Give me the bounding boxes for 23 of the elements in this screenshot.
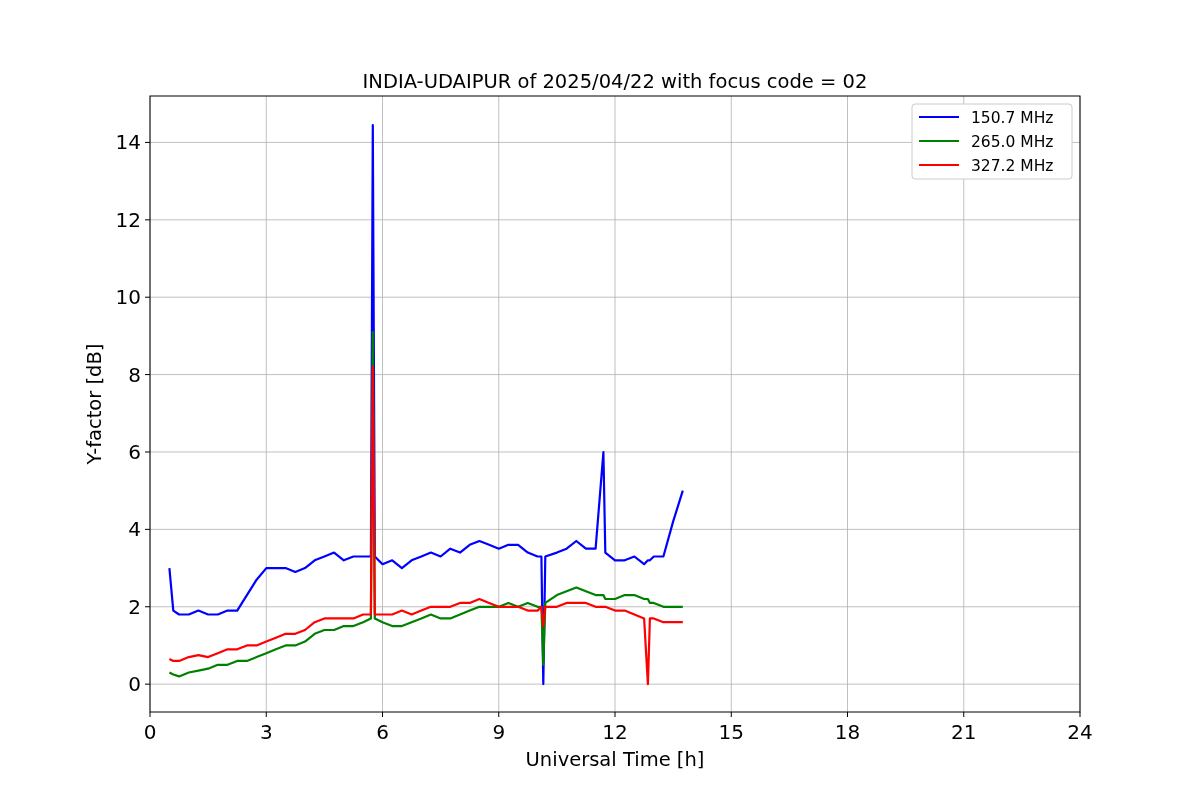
tick-label: 24 xyxy=(1067,720,1093,744)
legend-label: 327.2 MHz xyxy=(971,156,1054,175)
tick-label: 4 xyxy=(128,517,141,542)
tick-label: 18 xyxy=(834,720,861,744)
tick-label: 15 xyxy=(718,720,744,744)
tick-label: 9 xyxy=(492,720,506,744)
chart-title: INDIA-UDAIPUR of 2025/04/22 with focus code = 02 xyxy=(362,70,868,93)
y-axis-label: Y-factor [dB] xyxy=(83,343,106,465)
tick-label: 3 xyxy=(259,720,273,744)
tick-label: 14 xyxy=(115,130,141,155)
tick-label: 12 xyxy=(115,207,141,232)
tick-label: 6 xyxy=(128,440,141,464)
legend-label: 265.0 MHz xyxy=(971,132,1054,151)
tick-label: 6 xyxy=(376,720,389,744)
tick-label: 0 xyxy=(128,672,141,697)
legend-label: 150.7 MHz xyxy=(971,108,1054,127)
x-axis-label: Universal Time [h] xyxy=(525,748,705,771)
tick-label: 2 xyxy=(128,594,141,619)
tick-label: 0 xyxy=(143,720,157,744)
tick-label: 12 xyxy=(602,720,628,744)
tick-label: 21 xyxy=(951,720,977,744)
tick-label: 8 xyxy=(128,362,141,387)
tick-label: 10 xyxy=(115,285,141,310)
